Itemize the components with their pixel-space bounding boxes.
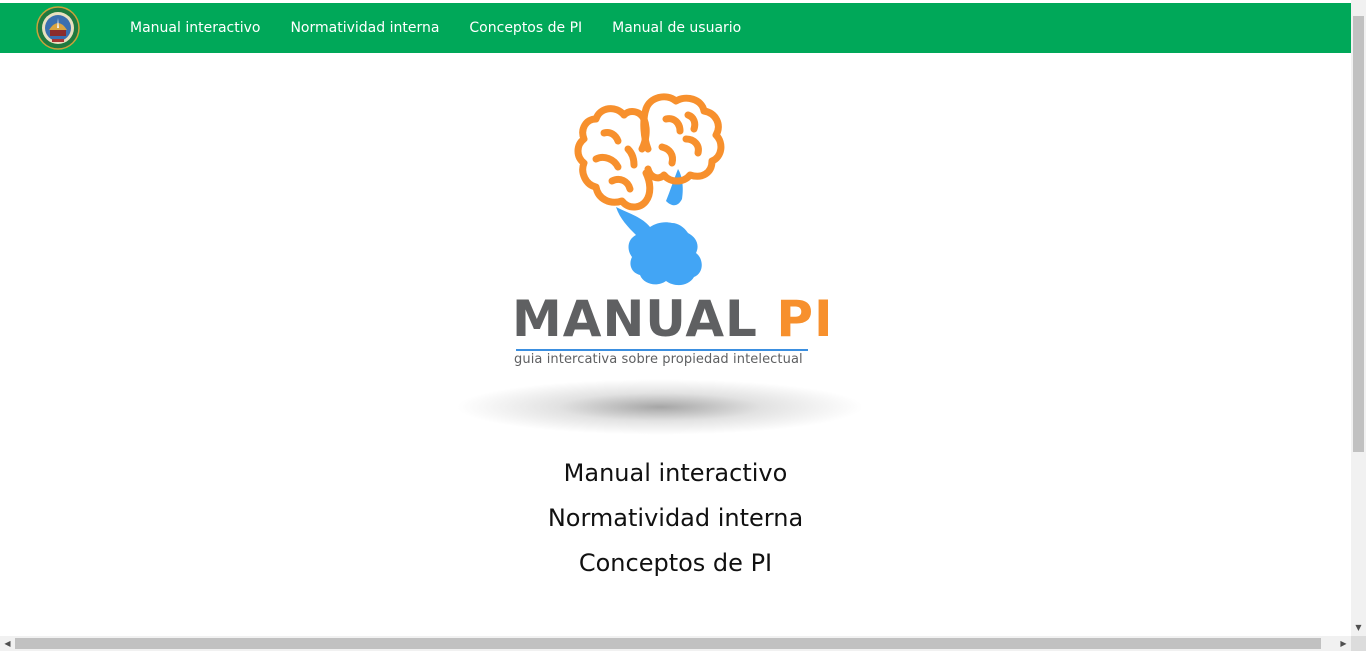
brand-title-main: MANUAL — [512, 290, 758, 348]
scroll-left-arrow-icon[interactable]: ◀ — [0, 636, 15, 651]
menu-link-manual-interactivo[interactable]: Manual interactivo — [0, 453, 1351, 498]
main-menu: Manual interactivo Normatividad interna … — [0, 453, 1351, 588]
menu-link-normatividad-interna[interactable]: Normatividad interna — [0, 498, 1351, 543]
nav-link-manual-usuario[interactable]: Manual de usuario — [612, 20, 741, 36]
scroll-down-arrow-icon[interactable]: ▼ — [1351, 620, 1366, 636]
brand-underline — [516, 349, 808, 351]
brand-title: MANUAL PI — [512, 289, 833, 349]
top-navbar: Manual interactivo Normatividad interna … — [0, 3, 1351, 53]
browser-viewport: Manual interactivo Normatividad interna … — [0, 0, 1351, 636]
brand-title-accent: PI — [776, 290, 834, 348]
logo-shadow — [455, 379, 865, 435]
brain-lightbulb-icon — [566, 89, 746, 289]
scroll-right-arrow-icon[interactable]: ▶ — [1336, 636, 1351, 651]
nav-links: Manual interactivo Normatividad interna … — [130, 3, 771, 53]
nav-link-manual-interactivo[interactable]: Manual interactivo — [130, 20, 260, 36]
vertical-scrollbar[interactable]: ▼ — [1351, 0, 1366, 636]
hero-section: MANUAL PI guia intercativa sobre propied… — [0, 53, 1351, 636]
brand-subtitle: guia intercativa sobre propiedad intelec… — [514, 352, 803, 367]
horizontal-scrollbar[interactable]: ◀ ▶ — [0, 636, 1351, 651]
scrollbar-corner — [1351, 636, 1366, 651]
horizontal-scrollbar-thumb[interactable] — [15, 638, 1321, 649]
nav-link-normatividad-interna[interactable]: Normatividad interna — [290, 20, 439, 36]
university-seal-icon[interactable] — [36, 6, 80, 50]
vertical-scrollbar-thumb[interactable] — [1353, 16, 1364, 452]
menu-link-conceptos-pi[interactable]: Conceptos de PI — [0, 543, 1351, 588]
nav-link-conceptos-pi[interactable]: Conceptos de PI — [469, 20, 582, 36]
